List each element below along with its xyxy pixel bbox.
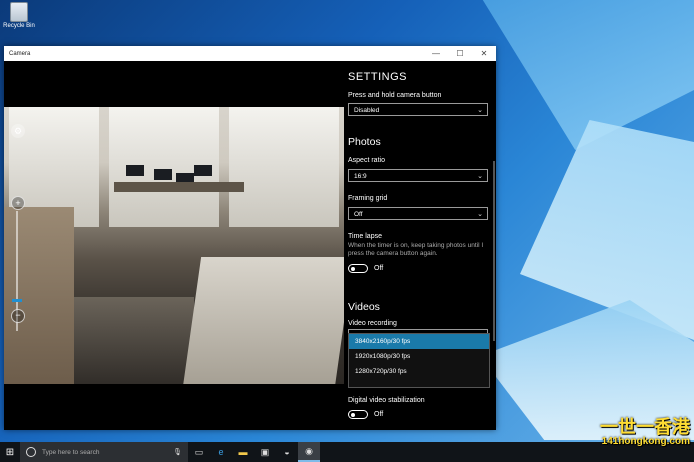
framing-grid-value: Off — [354, 211, 363, 218]
title-bar[interactable]: Camera — ☐ ✕ — [4, 46, 496, 61]
aspect-ratio-dropdown[interactable]: 16:9 ⌄ — [348, 169, 488, 182]
zoom-in-icon[interactable]: + — [11, 196, 25, 210]
start-button[interactable]: ⊞ — [0, 442, 20, 462]
cortana-icon — [26, 447, 36, 457]
window-title: Camera — [9, 50, 31, 57]
search-box[interactable]: Type here to search 🎙 — [20, 442, 188, 462]
aspect-ratio-value: 16:9 — [354, 173, 367, 180]
watermark-line1: 一世一香港 — [600, 417, 690, 437]
stabilization-state: Off — [374, 411, 384, 418]
recycle-bin-shortcut[interactable]: Recycle Bin — [2, 2, 36, 29]
stabilization-toggle[interactable] — [348, 410, 368, 419]
video-recording-options[interactable]: 3840x2160p/30 fps 1920x1080p/30 fps 1280… — [348, 333, 490, 388]
maximize-button[interactable]: ☐ — [448, 49, 472, 58]
settings-heading: SETTINGS — [348, 71, 408, 83]
photos-heading: Photos — [348, 136, 381, 148]
camera-window: Camera — ☐ ✕ ⚙ + − SETTINGS Press and ho… — [4, 46, 496, 430]
photo-settings-icon[interactable]: ⚙ — [11, 124, 25, 138]
recycle-bin-icon — [10, 2, 28, 22]
wallpaper-facet — [520, 120, 694, 340]
video-option[interactable]: 3840x2160p/30 fps — [349, 334, 489, 349]
framing-grid-dropdown[interactable]: Off ⌄ — [348, 207, 488, 220]
desk — [114, 182, 244, 192]
zoom-slider-handle[interactable] — [12, 299, 22, 302]
time-lapse-description: When the timer is on, keep taking photos… — [348, 242, 484, 257]
table — [182, 257, 344, 384]
camera-viewfinder[interactable]: ⚙ + − — [4, 61, 344, 430]
edge-icon[interactable]: e — [210, 442, 232, 462]
aspect-ratio-label: Aspect ratio — [348, 157, 385, 164]
task-view-icon[interactable]: ▭ — [188, 442, 210, 462]
wooden-partition — [4, 207, 74, 384]
chevron-down-icon: ⌄ — [477, 173, 483, 180]
file-explorer-icon[interactable]: ▬ — [232, 442, 254, 462]
settings-scrollbar[interactable] — [493, 161, 495, 341]
search-placeholder: Type here to search — [42, 448, 100, 456]
chevron-down-icon: ⌄ — [477, 211, 483, 218]
video-option[interactable]: 1920x1080p/30 fps — [349, 349, 489, 364]
minimize-button[interactable]: — — [424, 49, 448, 58]
store-icon[interactable]: ▣ — [254, 442, 276, 462]
videos-heading: Videos — [348, 301, 380, 313]
chevron-down-icon: ⌄ — [477, 107, 483, 114]
watermark-logo: 一世一香港 141hongkong.com — [600, 418, 690, 447]
monitor — [154, 169, 172, 180]
time-lapse-toggle[interactable] — [348, 264, 368, 273]
close-button[interactable]: ✕ — [472, 49, 496, 58]
settings-panel: SETTINGS Press and hold camera button Di… — [344, 61, 496, 430]
camera-button-label: Press and hold camera button — [348, 92, 442, 99]
video-option[interactable]: 1280x720p/30 fps — [349, 364, 489, 379]
stabilization-label: Digital video stabilization — [348, 397, 425, 404]
framing-grid-label: Framing grid — [348, 195, 388, 202]
zoom-out-icon[interactable]: − — [11, 309, 25, 323]
office-window — [229, 107, 339, 227]
camera-button-dropdown[interactable]: Disabled ⌄ — [348, 103, 488, 116]
time-lapse-state: Off — [374, 265, 384, 272]
microphone-icon[interactable]: 🎙 — [173, 448, 182, 456]
photos-icon[interactable]: ◒ — [276, 442, 298, 462]
windows-logo-icon: ⊞ — [5, 446, 15, 458]
camera-icon[interactable]: ◉ — [298, 442, 320, 462]
watermark-line2: 141hongkong.com — [601, 436, 690, 447]
camera-preview-image — [4, 107, 344, 384]
video-recording-label: Video recording — [348, 320, 397, 327]
monitor — [126, 165, 144, 176]
recycle-bin-label: Recycle Bin — [3, 23, 35, 29]
time-lapse-label: Time lapse — [348, 233, 382, 240]
monitor — [194, 165, 212, 176]
taskbar: ⊞ Type here to search 🎙 ▭ e ▬ ▣ ◒ ◉ — [0, 442, 694, 462]
floor — [74, 297, 194, 384]
camera-button-value: Disabled — [354, 107, 380, 114]
